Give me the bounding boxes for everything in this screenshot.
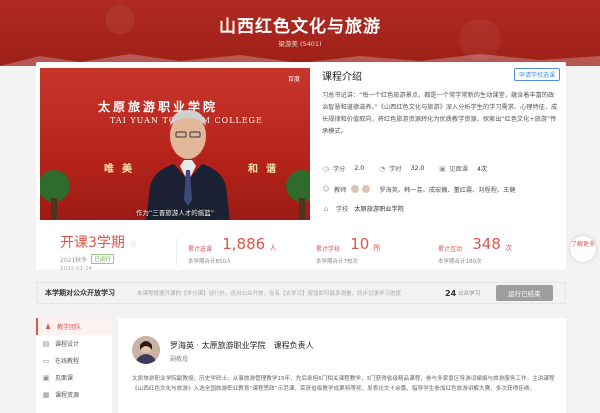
video-subtitle: 作为“三晋旅游人才的摇篮” (135, 209, 215, 217)
stat-label: 学分 (333, 166, 346, 173)
kpi-note: 本学期合计850人 (188, 259, 232, 265)
course-intro-heading: 课程介绍 (322, 72, 362, 83)
sidebar-item-design[interactable]: ▤ 课程设计 (36, 335, 112, 352)
school-name[interactable]: 太原旅游职业学院 (354, 204, 404, 213)
stat-label: 学时 (389, 166, 402, 173)
stat-label: 见面课 (449, 166, 468, 173)
sidebar-item-label: 课程资源 (55, 392, 80, 399)
meeting-icon: ▣ (439, 164, 446, 173)
kpi-unit: 次 (505, 244, 513, 252)
public-learner-label: 公众学习 (458, 291, 481, 297)
hours-icon: ◔ (379, 164, 386, 173)
teacher-portrait (132, 336, 160, 364)
stat-hours: ◔ 学时 32.0 (378, 164, 425, 174)
meeting-icon: ▣ (42, 373, 50, 382)
divider (176, 238, 177, 266)
school-label: 学校 (336, 206, 349, 213)
stat-credit: ◷ 学分 2.0 (322, 164, 365, 174)
sidebar-item-meeting[interactable]: ▣ 见面课 (36, 369, 112, 386)
credit-icon: ◷ (322, 164, 330, 173)
online-icon: ▭ (42, 356, 50, 365)
school-icon: ⌂ (323, 204, 329, 213)
course-intro-text: 习总书记讲：“每一个红色旅游景点，都是一个常学常新的生动课堂，蕴含着丰富的政治智… (322, 92, 558, 135)
learn-more-button[interactable]: 了解更多 (570, 236, 596, 262)
avatar (132, 336, 160, 364)
video-slogan-left: 唯美 (104, 164, 140, 175)
help-icon[interactable]: ⓘ (130, 242, 136, 249)
teacher-role: 课程负责人 (273, 341, 314, 350)
kpi-unit: 人 (269, 244, 277, 252)
run-ended-button[interactable]: 运行已结束 (496, 285, 553, 301)
kpi-enrollment: 累计选课 1,886 人 本学期合计850人 (188, 235, 276, 265)
speaker-figure (146, 110, 230, 220)
teacher-name-line: 罗海英 · 太原旅游职业学院 课程负责人 (170, 340, 314, 351)
course-banner: 山西红色文化与旅游 梁游美 (5401) (0, 0, 600, 66)
teacher-label: 教师 (334, 186, 347, 194)
kpi-schools: 累计学校 10 所 本学期合计7校次 (316, 235, 381, 265)
teacher-avatars (350, 184, 372, 194)
semester-date: 2022-01-24 (60, 266, 92, 272)
public-learning-title: 本学期对公众开放学习 (45, 289, 115, 297)
public-learning-bar: 本学期对公众开放学习 未课程根据开课的【学分课】运行外，还对公众开放，在有【去学… (36, 282, 566, 304)
course-provider: 梁游美 (5401) (278, 40, 322, 48)
sidebar-item-label: 教学团队 (57, 324, 82, 331)
kpi-label: 累计学校 (316, 246, 341, 253)
teacher-row: ☺ 教师 罗海英、韩一芸、成宏巍、董红霞、刘程程、王健 (322, 184, 516, 194)
kpi-interactions: 累计互动 348 次 本学期合计180次 (438, 235, 512, 265)
status-badge: 已运行 (91, 254, 114, 264)
stat-value: 2.0 (354, 165, 365, 172)
team-icon: ♟ (44, 322, 52, 331)
school-row: ⌂ 学校 太原旅游职业学院 (322, 204, 404, 214)
avatar (350, 184, 361, 194)
kpi-label: 累计互动 (438, 246, 463, 253)
semester-count: 开课3学期 (60, 235, 125, 251)
sidebar-item-online[interactable]: ▭ 在线教程 (36, 352, 112, 369)
stat-value: 4次 (476, 166, 488, 173)
teacher-icon: ☺ (322, 185, 330, 193)
kpi-value: 348 (472, 235, 501, 253)
stat-value: 32.0 (410, 165, 425, 172)
course-sidebar: ♟ 教学团队 ▤ 课程设计 ▭ 在线教程 ▣ 见面课 ▦ 课程资源 (36, 318, 112, 413)
public-learning-hint: 未课程根据开课的【学分课】运行外，还对公众开放，在有【去学习】按钮即可最多观看，… (137, 291, 402, 297)
teacher-names: 罗海英、韩一芸、成宏巍、董红霞、刘程程、王健 (379, 186, 516, 194)
teacher-bio: 太原旅游职业学院副教授，历史学硕士。从事旅游管理教学15年，先后承担6门相关课程… (132, 376, 555, 392)
course-title: 山西红色文化与旅游 (219, 17, 381, 37)
sidebar-item-team[interactable]: ♟ 教学团队 (36, 318, 112, 335)
teacher-panel: 罗海英 · 太原旅游职业学院 课程负责人 副教授 太原旅游职业学院副教授，历史学硕… (118, 318, 566, 413)
kpi-note: 本学期合计7校次 (316, 259, 358, 265)
video-watermark: 百度 (287, 76, 300, 83)
kpi-value: 1,886 (222, 235, 266, 253)
teacher-title: 副教授 (170, 356, 189, 363)
resource-icon: ▦ (42, 390, 50, 399)
teacher-name: 罗海英 · 太原旅游职业学院 (170, 341, 266, 350)
stat-meeting: ▣ 见面课 4次 (438, 164, 488, 174)
apply-course-button[interactable]: 申请学校选课 (513, 68, 560, 81)
semester-info: 开课3学期 ⓘ 2021秋冬 已运行 2022-01-24 (60, 232, 136, 272)
kpi-label: 累计选课 (188, 246, 213, 253)
avatar (361, 184, 372, 194)
semester-term: 2021秋冬 (60, 256, 88, 264)
sidebar-item-label: 在线教程 (55, 358, 80, 365)
course-stats: ◷ 学分 2.0 ◔ 学时 32.0 ▣ 见面课 4次 (322, 164, 558, 174)
sidebar-item-label: 见面课 (55, 375, 74, 382)
kpi-note: 本学期合计180次 (438, 259, 482, 265)
intro-video[interactable]: 太原旅游职业学院 TAI YUAN TOURISM COLLEGE 唯美 和谐 … (40, 68, 310, 220)
sidebar-item-label: 课程设计 (55, 341, 80, 348)
design-icon: ▤ (42, 339, 50, 348)
video-slogan-right: 和谐 (248, 164, 284, 175)
kpi-value: 10 (350, 235, 370, 253)
public-learner-count: 24 (445, 288, 457, 298)
sidebar-item-resource[interactable]: ▦ 课程资源 (36, 386, 112, 403)
kpi-unit: 所 (373, 244, 381, 252)
